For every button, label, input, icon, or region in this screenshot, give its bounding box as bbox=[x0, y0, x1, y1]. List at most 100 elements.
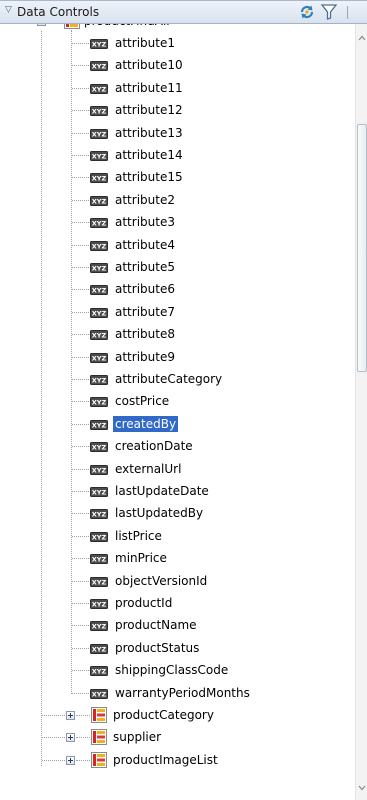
tree-item-attribute14[interactable]: attribute14 bbox=[115, 147, 183, 163]
tree-item-attribute2[interactable]: attribute2 bbox=[115, 192, 175, 208]
data-controls-tree: productFindAll XYZ attribute1 XYZ attribute1… bbox=[0, 24, 355, 800]
tree-connector bbox=[72, 42, 89, 44]
attribute-icon: XYZ bbox=[90, 150, 108, 161]
svg-text:XYZ: XYZ bbox=[92, 578, 107, 586]
svg-text:XYZ: XYZ bbox=[92, 645, 107, 653]
panel-header: ▽ Data Controls bbox=[0, 0, 367, 24]
tree-item-attributeCategory[interactable]: attributeCategory bbox=[115, 371, 222, 387]
scroll-down-arrow-icon[interactable] bbox=[358, 784, 366, 792]
svg-text:XYZ: XYZ bbox=[92, 175, 107, 183]
tree-connector bbox=[72, 401, 89, 403]
tree-item-attribute3[interactable]: attribute3 bbox=[115, 214, 175, 230]
attribute-icon: XYZ bbox=[90, 665, 108, 677]
attribute-icon: XYZ bbox=[90, 620, 108, 632]
vertical-scrollbar[interactable] bbox=[355, 24, 367, 800]
tree-item-costPrice[interactable]: costPrice bbox=[115, 393, 169, 409]
attribute-icon: XYZ bbox=[90, 553, 108, 565]
scrollbar-thumb[interactable] bbox=[357, 124, 367, 372]
tree-item-attribute4[interactable]: attribute4 bbox=[115, 237, 175, 253]
toolbar-separator bbox=[347, 6, 348, 19]
tree-item-listPrice[interactable]: listPrice bbox=[115, 528, 162, 544]
attribute-icon: XYZ bbox=[90, 60, 108, 72]
tree-connector bbox=[76, 714, 90, 716]
attribute-icon: XYZ bbox=[90, 396, 108, 408]
collection-icon bbox=[64, 24, 80, 29]
tree-item-productImageList[interactable]: productImageList bbox=[113, 752, 218, 768]
tree-item-productCategory[interactable]: productCategory bbox=[113, 707, 214, 723]
scroll-up-arrow-icon[interactable] bbox=[358, 34, 366, 42]
attribute-icon: XYZ bbox=[90, 531, 108, 542]
svg-text:XYZ: XYZ bbox=[92, 220, 107, 228]
tree-connector bbox=[72, 625, 89, 627]
refresh-button[interactable] bbox=[298, 3, 318, 22]
tree-item-shippingClassCode[interactable]: shippingClassCode bbox=[115, 662, 228, 678]
tree-connector bbox=[72, 490, 89, 492]
svg-text:XYZ: XYZ bbox=[92, 332, 107, 340]
tree-connector bbox=[72, 423, 89, 425]
tree-item-attribute11[interactable]: attribute11 bbox=[115, 80, 183, 96]
tree-connector bbox=[72, 87, 89, 89]
panel-title: Data Controls bbox=[17, 5, 100, 19]
tree-item-productStatus[interactable]: productStatus bbox=[115, 640, 199, 656]
tree-connector bbox=[76, 759, 90, 761]
attribute-icon: XYZ bbox=[90, 262, 108, 273]
tree-item-attribute1[interactable]: attribute1 bbox=[115, 35, 175, 51]
collection-icon bbox=[91, 729, 107, 746]
attribute-icon: XYZ bbox=[90, 83, 108, 94]
tree-item-creationDate[interactable]: creationDate bbox=[115, 438, 193, 454]
attribute-icon: XYZ bbox=[90, 598, 108, 609]
tree-item-attribute12[interactable]: attribute12 bbox=[115, 102, 183, 118]
filter-button[interactable] bbox=[320, 3, 340, 22]
expand-toggle[interactable] bbox=[66, 733, 75, 743]
tree-connector bbox=[72, 222, 89, 224]
attribute-icon: XYZ bbox=[90, 172, 108, 184]
tree-item-warrantyPeriodMonths[interactable]: warrantyPeriodMonths bbox=[115, 685, 250, 701]
tree-item-minPrice[interactable]: minPrice bbox=[115, 550, 167, 566]
tree-item-productId[interactable]: productId bbox=[115, 595, 172, 611]
tree-item-lastUpdatedBy[interactable]: lastUpdatedBy bbox=[115, 505, 203, 521]
tree-item-attribute7[interactable]: attribute7 bbox=[115, 304, 175, 320]
svg-text:XYZ: XYZ bbox=[92, 85, 107, 93]
svg-text:XYZ: XYZ bbox=[92, 130, 107, 138]
attribute-icon: XYZ bbox=[90, 38, 108, 49]
tree-connector bbox=[72, 468, 89, 470]
tree-connector bbox=[72, 110, 89, 112]
tree-item-attribute8[interactable]: attribute8 bbox=[115, 326, 175, 342]
tree-connector bbox=[72, 244, 89, 246]
filter-icon bbox=[320, 4, 338, 20]
svg-text:XYZ: XYZ bbox=[92, 600, 107, 608]
tree-item-lastUpdateDate[interactable]: lastUpdateDate bbox=[115, 483, 209, 499]
tree-connector bbox=[76, 737, 90, 739]
collapse-toggle[interactable] bbox=[37, 24, 46, 26]
tree-guide-line bbox=[41, 30, 42, 766]
expand-toggle[interactable] bbox=[66, 710, 75, 720]
attribute-icon: XYZ bbox=[90, 576, 108, 587]
tree-item-externalUrl[interactable]: externalUrl bbox=[115, 461, 181, 477]
collapse-triangle-icon[interactable]: ▽ bbox=[5, 5, 12, 15]
tree-connector bbox=[72, 132, 89, 134]
attribute-icon: XYZ bbox=[90, 508, 108, 520]
tree-item-supplier[interactable]: supplier bbox=[113, 729, 161, 745]
svg-text:XYZ: XYZ bbox=[92, 466, 107, 474]
expand-toggle[interactable] bbox=[66, 755, 75, 765]
collection-icon bbox=[91, 706, 107, 723]
tree-connector bbox=[72, 311, 89, 313]
svg-text:XYZ: XYZ bbox=[92, 309, 107, 317]
tree-item-attribute15[interactable]: attribute15 bbox=[115, 169, 183, 185]
tree-root-label[interactable]: productFindAll bbox=[84, 24, 170, 29]
svg-text:XYZ: XYZ bbox=[92, 242, 107, 250]
tree-connector bbox=[72, 65, 89, 67]
tree-item-objectVersionId[interactable]: objectVersionId bbox=[115, 573, 207, 589]
tree-item-attribute5[interactable]: attribute5 bbox=[115, 259, 175, 275]
tree-item-attribute9[interactable]: attribute9 bbox=[115, 349, 175, 365]
tree-connector bbox=[72, 177, 89, 179]
attribute-icon: XYZ bbox=[90, 688, 108, 699]
svg-text:XYZ: XYZ bbox=[92, 376, 107, 384]
tree-item-productName[interactable]: productName bbox=[115, 617, 197, 633]
tree-item-attribute10[interactable]: attribute10 bbox=[115, 57, 183, 73]
tree-item-attribute13[interactable]: attribute13 bbox=[115, 125, 183, 141]
tree-item-createdBy[interactable]: createdBy bbox=[113, 415, 179, 432]
svg-text:XYZ: XYZ bbox=[92, 197, 107, 205]
tree-connector bbox=[72, 535, 89, 537]
tree-item-attribute6[interactable]: attribute6 bbox=[115, 281, 175, 297]
